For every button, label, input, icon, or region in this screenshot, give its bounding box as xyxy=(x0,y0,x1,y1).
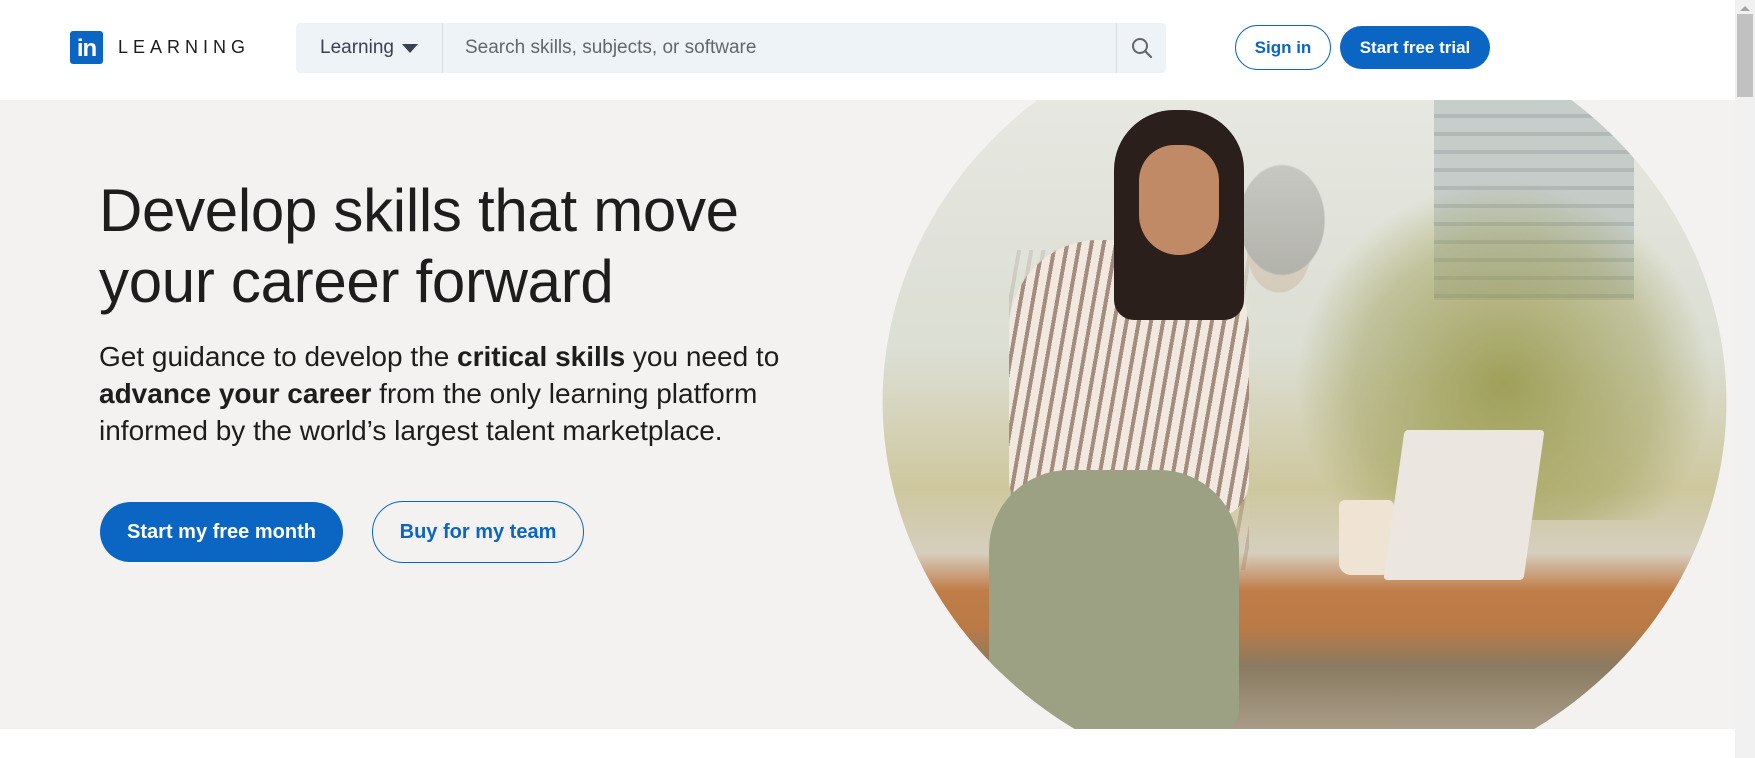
photo-laptop xyxy=(1383,430,1545,580)
search-scope-dropdown[interactable]: Learning xyxy=(296,23,443,73)
page-content-below xyxy=(0,729,1735,758)
subtext-part: Get guidance to develop the xyxy=(99,341,458,372)
subtext-emphasis: advance your career xyxy=(99,378,372,409)
logo-text: LEARNING xyxy=(118,37,251,57)
buy-for-team-button[interactable]: Buy for my team xyxy=(372,501,584,563)
hero-section: Develop skills that move your career for… xyxy=(0,100,1735,729)
site-header: in LEARNING Learning Sign in Start free … xyxy=(0,0,1735,100)
photo-person-pants xyxy=(989,470,1239,729)
start-free-month-button[interactable]: Start my free month xyxy=(100,502,343,562)
search-input[interactable] xyxy=(443,23,1116,73)
caret-down-icon xyxy=(401,43,418,53)
start-free-trial-button[interactable]: Start free trial xyxy=(1340,26,1490,69)
hero-subtext: Get guidance to develop the critical ski… xyxy=(99,338,859,449)
sign-in-button[interactable]: Sign in xyxy=(1235,25,1331,70)
vertical-scrollbar[interactable] xyxy=(1735,0,1755,758)
search-scope-label: Learning xyxy=(320,37,394,58)
scroll-up-arrow-icon[interactable] xyxy=(1740,6,1750,11)
subtext-part: you need to xyxy=(625,341,780,372)
subtext-emphasis: critical skills xyxy=(457,341,626,372)
hero-image xyxy=(882,100,1727,729)
photo-person-face xyxy=(1139,145,1219,255)
linkedin-learning-logo[interactable]: in LEARNING xyxy=(70,31,250,64)
linkedin-logo-icon: in xyxy=(70,31,103,64)
search-icon xyxy=(1131,38,1152,59)
scrollbar-thumb[interactable] xyxy=(1737,14,1753,97)
search-button[interactable] xyxy=(1116,23,1166,73)
search-bar: Learning xyxy=(296,23,1166,73)
hero-headline: Develop skills that move your career for… xyxy=(99,177,739,315)
